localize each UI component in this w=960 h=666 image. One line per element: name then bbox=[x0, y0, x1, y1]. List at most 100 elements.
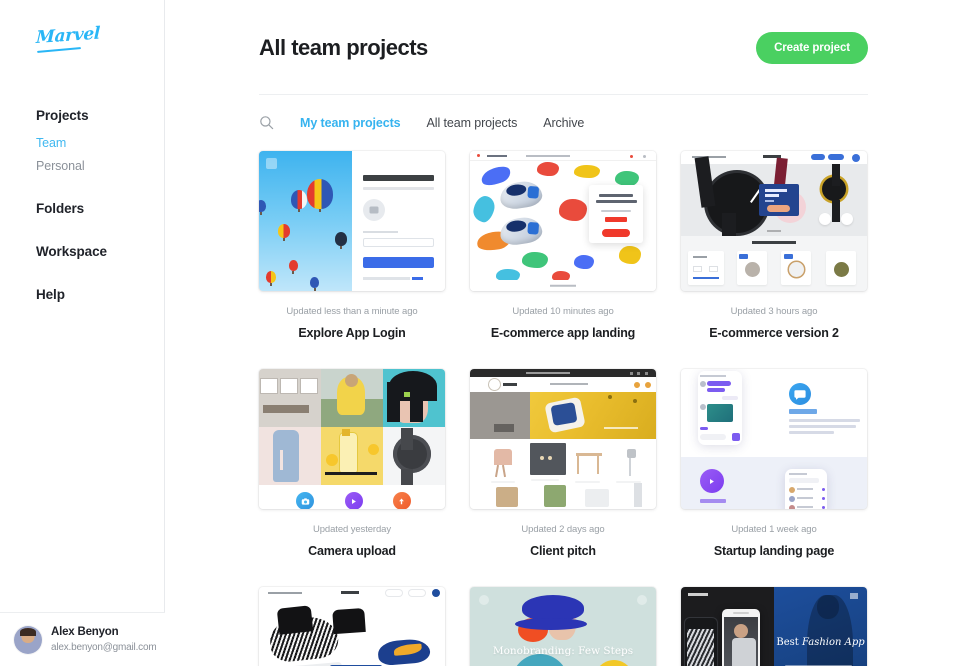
search-icon bbox=[642, 154, 646, 158]
create-project-button[interactable]: Create project bbox=[756, 32, 868, 64]
project-thumbnail-colorful-sneakers[interactable] bbox=[470, 151, 656, 291]
table-leg bbox=[577, 456, 580, 474]
framed-art bbox=[301, 379, 318, 394]
photo-grid bbox=[259, 369, 445, 485]
project-card[interactable]: Updated 3 hours ago E-commerce version 2 bbox=[681, 151, 867, 340]
project-card[interactable] bbox=[259, 587, 445, 666]
sidebar-item-team[interactable]: Team bbox=[0, 136, 164, 150]
balloon-icon bbox=[307, 179, 334, 209]
camera-avatar-icon bbox=[363, 198, 386, 221]
sidebar-section-help: Help bbox=[0, 287, 164, 302]
brand-logo bbox=[488, 379, 500, 390]
blue-jeans bbox=[272, 430, 299, 483]
photo-tile-lemonade bbox=[321, 427, 383, 485]
tab-my-team-projects[interactable]: My team projects bbox=[300, 116, 401, 130]
model-photo bbox=[724, 617, 758, 666]
cart-icon bbox=[629, 154, 633, 158]
chat-bubble bbox=[707, 388, 726, 392]
tab-archive[interactable]: Archive bbox=[543, 116, 584, 130]
upload-button[interactable] bbox=[392, 492, 411, 509]
search-icon[interactable] bbox=[259, 115, 274, 130]
product-lamp bbox=[633, 483, 642, 507]
camera-button[interactable] bbox=[296, 492, 315, 509]
chat-image bbox=[707, 404, 734, 422]
project-meta: Updated less than a minute ago Explore A… bbox=[259, 291, 445, 340]
sidebar-item-projects[interactable]: Projects bbox=[0, 108, 164, 123]
product-name bbox=[531, 479, 560, 481]
announcement-text bbox=[525, 372, 570, 374]
project-thumbnail-messages-app[interactable] bbox=[681, 369, 867, 509]
project-card[interactable]: Updated less than a minute ago Explore A… bbox=[259, 151, 445, 340]
chat-bubble bbox=[707, 381, 732, 386]
project-thumbnail-nike-sneakers[interactable] bbox=[259, 587, 445, 666]
project-title: Startup landing page bbox=[713, 544, 835, 558]
photo-tile-watch bbox=[383, 427, 445, 485]
framed-art bbox=[281, 379, 298, 394]
send-button bbox=[732, 433, 741, 441]
project-grid-row-2: Updated yesterday Camera upload Updated … bbox=[259, 369, 868, 558]
watch-strap bbox=[400, 427, 413, 450]
play-icon bbox=[710, 478, 714, 484]
project-title: E-commerce version 2 bbox=[709, 326, 839, 340]
project-card[interactable]: Updated 10 minutes ago E-commerce app la… bbox=[470, 151, 656, 340]
user-email: alex.benyon@gmail.com bbox=[51, 641, 157, 653]
art-dot bbox=[548, 456, 553, 461]
project-card[interactable]: Best Fashion App bbox=[681, 587, 867, 666]
project-thumbnail-monobranding[interactable]: Monobranding: Few Steps of Making Good S… bbox=[470, 587, 656, 666]
project-thumbnail-photo-grid[interactable] bbox=[259, 369, 445, 509]
project-thumbnail-app-login[interactable] bbox=[259, 151, 445, 291]
model-shirt bbox=[731, 637, 756, 666]
fashion-heading: Best Fashion App bbox=[774, 637, 867, 648]
signup-button bbox=[363, 257, 434, 269]
cart-icon bbox=[431, 589, 440, 597]
marvel-logo[interactable]: Marvel bbox=[36, 23, 100, 54]
sidebar: Marvel Projects Team Personal Folders Wo… bbox=[0, 0, 165, 666]
sidebar-section-folders: Folders bbox=[0, 201, 164, 216]
project-updated: Updated 3 hours ago bbox=[730, 306, 818, 317]
project-thumbnail-watches-store[interactable] bbox=[681, 151, 867, 291]
fashion-heading-text2: Fashion App bbox=[801, 637, 865, 649]
avatar bbox=[14, 625, 42, 654]
password-field bbox=[363, 237, 434, 247]
sale-badge bbox=[739, 253, 749, 259]
product-item bbox=[615, 447, 647, 487]
products-section bbox=[681, 236, 867, 291]
balloon-icon bbox=[259, 200, 267, 212]
project-thumbnail-furniture-shop[interactable] bbox=[470, 369, 656, 509]
article-heading-line1: Monobranding: Few Steps bbox=[492, 645, 634, 658]
brand-name bbox=[340, 591, 359, 594]
sidebar-item-personal[interactable]: Personal bbox=[0, 159, 164, 173]
project-card[interactable]: Updated 1 week ago Startup landing page bbox=[681, 369, 867, 558]
sidebar-item-workspace[interactable]: Workspace bbox=[0, 244, 164, 259]
user-profile[interactable]: Alex Benyon alex.benyon@gmail.com bbox=[0, 612, 165, 666]
table-leg bbox=[596, 456, 599, 474]
dark-hair bbox=[410, 381, 424, 422]
project-meta: Updated 10 minutes ago E-commerce app la… bbox=[470, 291, 656, 340]
sidebar-item-help[interactable]: Help bbox=[0, 287, 164, 302]
project-thumbnail-fashion-app[interactable]: Best Fashion App bbox=[681, 587, 867, 666]
color-splash bbox=[574, 165, 601, 178]
balloon-icon bbox=[266, 271, 277, 284]
sale-badge bbox=[783, 253, 793, 259]
photo-tile-portrait bbox=[383, 369, 445, 427]
prev-arrow-icon bbox=[818, 212, 831, 225]
carousel-dots bbox=[766, 230, 781, 232]
promo-price bbox=[764, 199, 774, 203]
promo-heading bbox=[595, 200, 637, 204]
chair-leg bbox=[502, 464, 507, 478]
sidebar-section-workspace: Workspace bbox=[0, 244, 164, 259]
framed-art bbox=[261, 379, 278, 394]
watch-strap bbox=[831, 164, 840, 186]
product-item bbox=[489, 447, 521, 487]
product-tile bbox=[826, 251, 857, 286]
tab-all-team-projects[interactable]: All team projects bbox=[427, 116, 518, 130]
chair-image bbox=[494, 449, 513, 465]
project-card[interactable]: Monobranding: Few Steps of Making Good S… bbox=[470, 587, 656, 666]
buy-now-button bbox=[767, 205, 790, 213]
project-card[interactable]: Updated yesterday Camera upload bbox=[259, 369, 445, 558]
sidebar-item-folders[interactable]: Folders bbox=[0, 201, 164, 216]
color-splash bbox=[574, 254, 595, 269]
button-detail bbox=[633, 398, 638, 403]
video-button[interactable] bbox=[344, 492, 363, 509]
project-card[interactable]: Updated 2 days ago Client pitch bbox=[470, 369, 656, 558]
